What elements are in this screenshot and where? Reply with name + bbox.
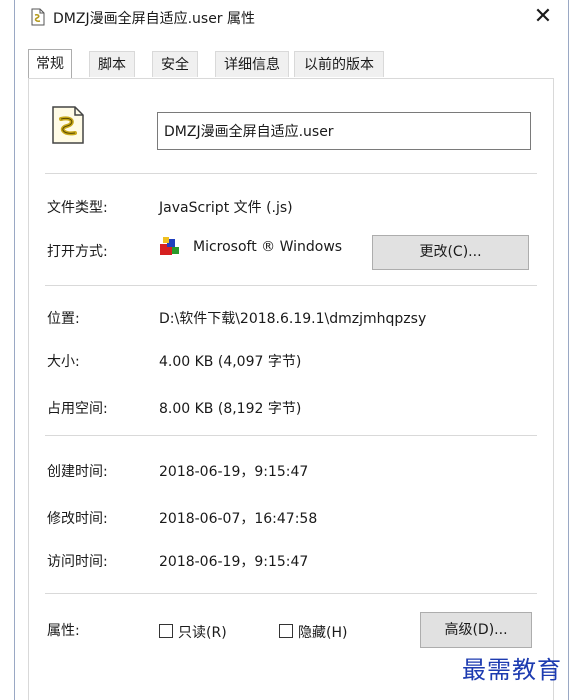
attributes-label: 属性: (47, 623, 80, 639)
file-type-label: 文件类型: (47, 200, 108, 216)
accessed-value: 2018-06-19，9:15:47 (159, 554, 309, 570)
tab-script[interactable]: 脚本 (89, 51, 135, 77)
readonly-label[interactable]: 只读(R) (178, 622, 227, 642)
modified-label: 修改时间: (47, 511, 108, 527)
size-on-disk-label: 占用空间: (47, 401, 108, 417)
divider (45, 173, 537, 174)
divider (45, 593, 537, 594)
divider (45, 285, 537, 286)
location-value: D:\软件下载\2018.6.19.1\dmzjmhqpzsy (159, 311, 427, 327)
open-with-app: Microsoft ® Windows (193, 239, 343, 255)
location-label: 位置: (47, 311, 80, 327)
close-button[interactable]: ✕ (528, 2, 558, 32)
accessed-label: 访问时间: (47, 554, 108, 570)
hidden-checkbox[interactable] (279, 624, 293, 638)
window-border-right (568, 0, 569, 700)
file-type-value: JavaScript 文件 (.js) (159, 200, 293, 216)
tab-details[interactable]: 详细信息 (215, 51, 289, 77)
javascript-file-icon (52, 106, 84, 144)
hidden-label[interactable]: 隐藏(H) (298, 622, 347, 642)
general-tab-panel: 文件类型: JavaScript 文件 (.js) 打开方式: Microsof… (28, 78, 554, 700)
readonly-checkbox[interactable] (159, 624, 173, 638)
size-on-disk-value: 8.00 KB (8,192 字节) (159, 401, 302, 417)
created-value: 2018-06-19，9:15:47 (159, 464, 309, 480)
windows-script-host-icon (160, 237, 179, 255)
window-border-left (14, 0, 15, 700)
size-label: 大小: (47, 354, 80, 370)
open-with-label: 打开方式: (47, 244, 108, 260)
watermark: 最需教育 (462, 656, 562, 684)
divider (45, 435, 537, 436)
script-file-icon (31, 8, 45, 26)
tab-security[interactable]: 安全 (152, 51, 198, 77)
size-value: 4.00 KB (4,097 字节) (159, 354, 302, 370)
advanced-button[interactable]: 高级(D)... (420, 612, 532, 648)
tab-previous-versions[interactable]: 以前的版本 (294, 51, 384, 77)
tab-general[interactable]: 常规 (28, 49, 72, 78)
file-name-input[interactable] (157, 112, 531, 150)
title-bar: DMZJ漫画全屏自适应.user 属性 ✕ (15, 0, 568, 34)
change-button[interactable]: 更改(C)... (372, 235, 529, 270)
close-icon: ✕ (533, 4, 553, 29)
modified-value: 2018-06-07，16:47:58 (159, 511, 318, 527)
window-title: DMZJ漫画全屏自适应.user 属性 (53, 11, 256, 27)
created-label: 创建时间: (47, 464, 108, 480)
